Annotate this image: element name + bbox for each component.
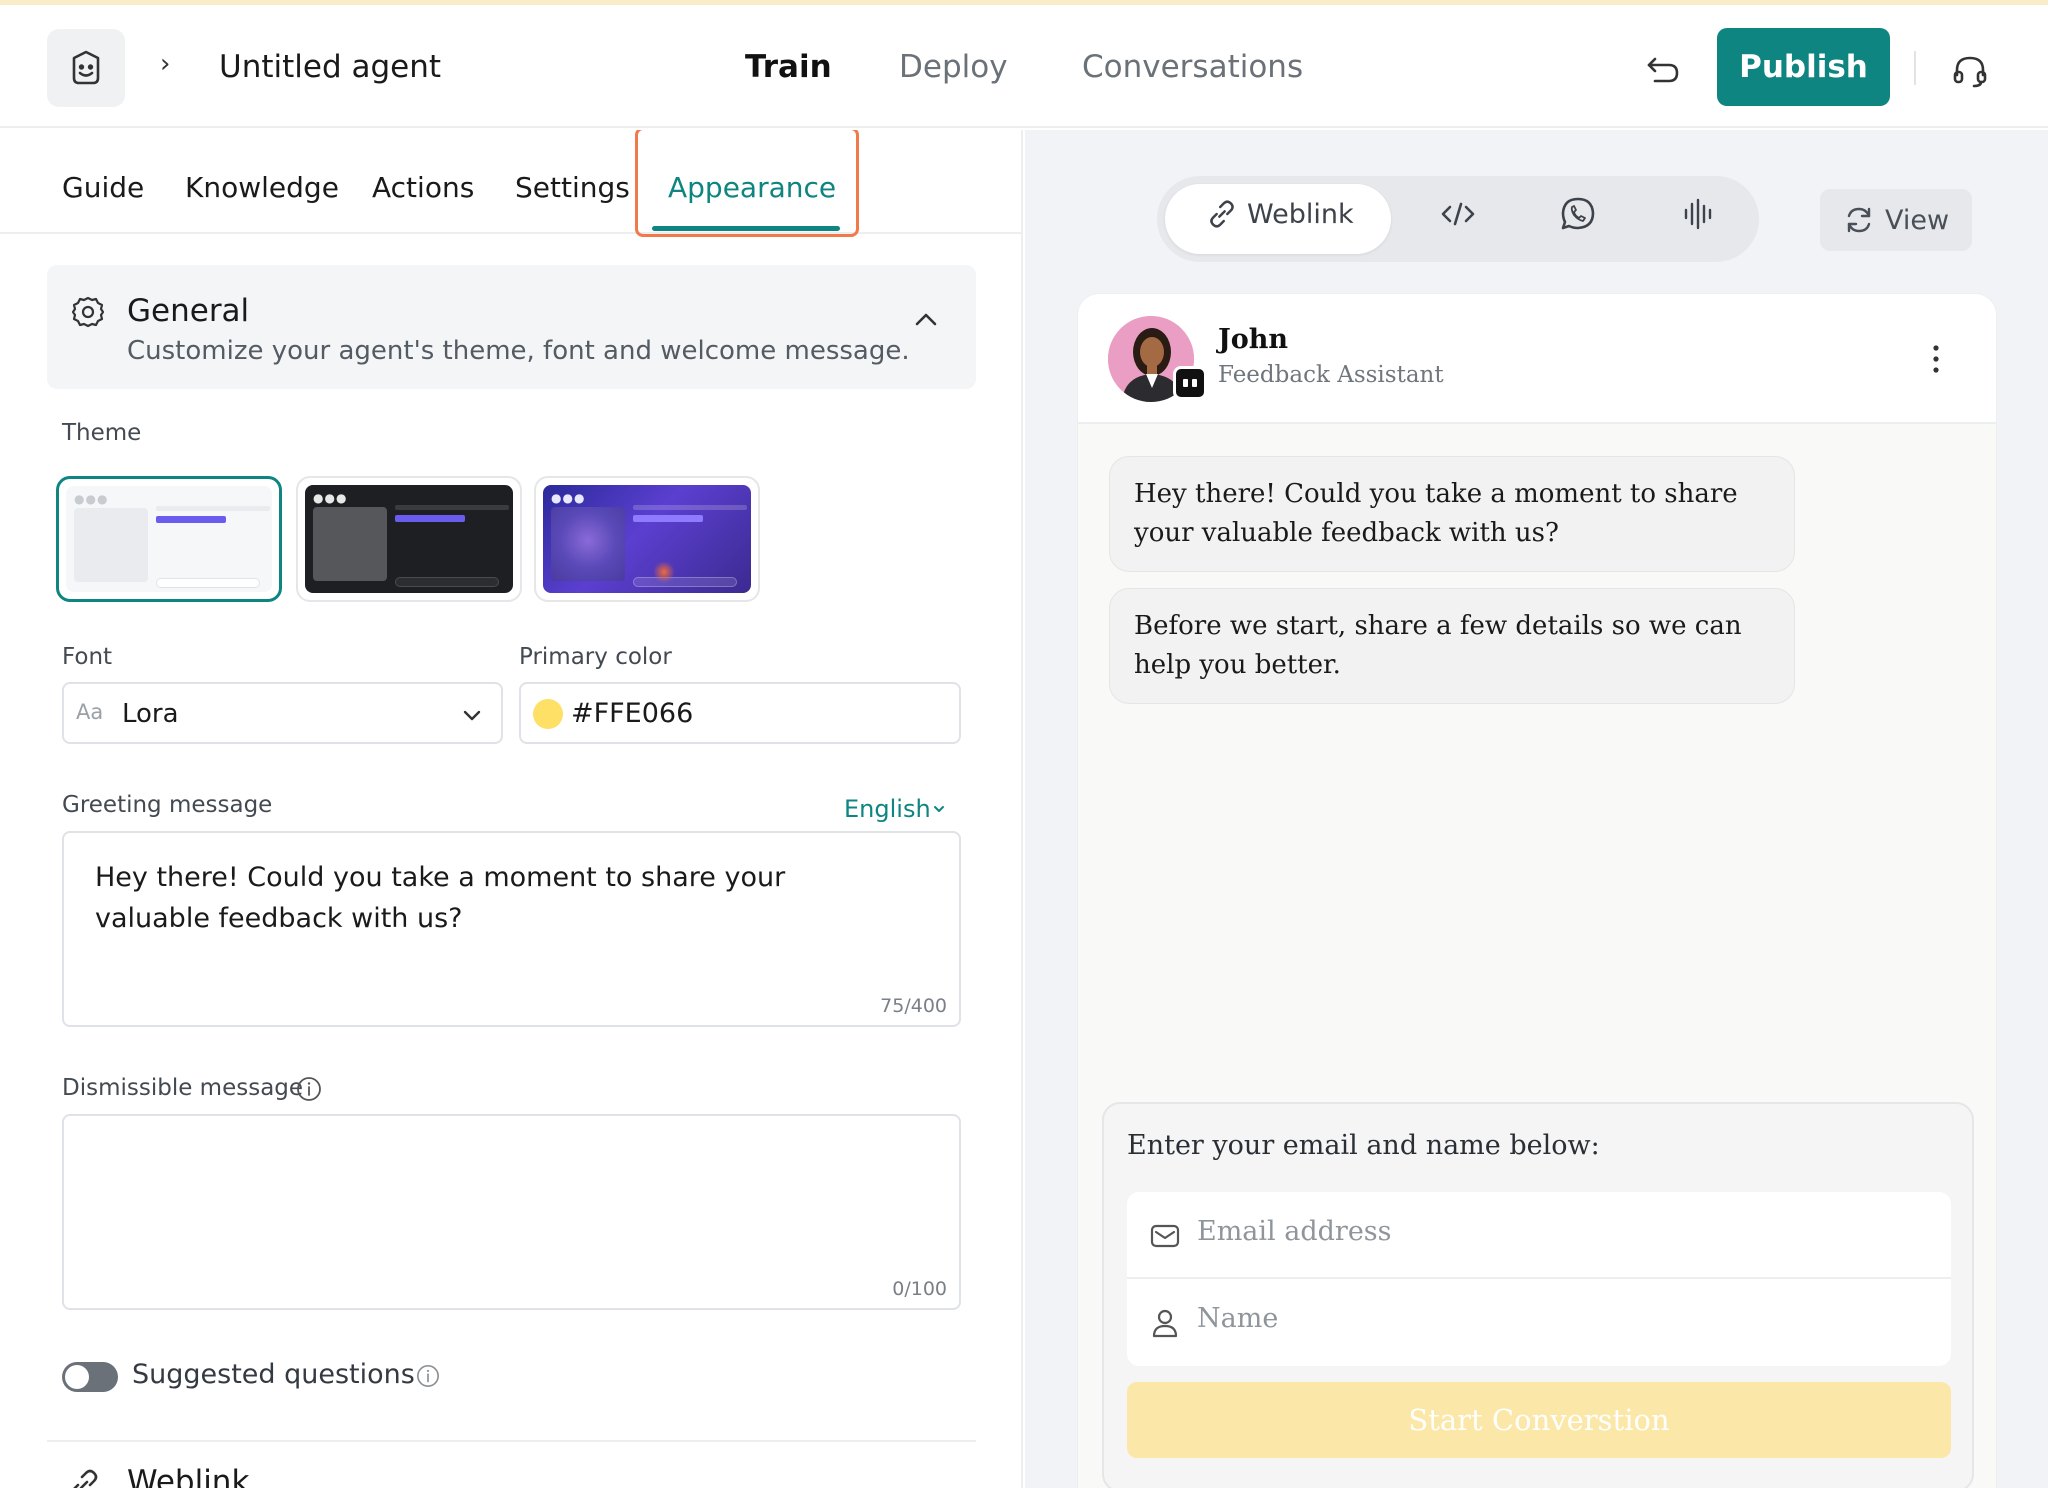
- headset-icon[interactable]: [1950, 51, 1990, 91]
- tab-actions[interactable]: Actions: [372, 171, 474, 204]
- channel-embed[interactable]: [1438, 194, 1478, 234]
- chat-preview-card: John Feedback Assistant Hey there! Could…: [1077, 293, 1997, 1488]
- envelope-icon: [1150, 1224, 1180, 1248]
- chevron-down-icon: [934, 806, 944, 812]
- suggested-questions-toggle[interactable]: [62, 1362, 118, 1392]
- language-select[interactable]: English: [844, 795, 931, 823]
- bot-badge-icon: [1173, 366, 1207, 400]
- tab-knowledge[interactable]: Knowledge: [185, 171, 339, 204]
- theme-option-dark[interactable]: ●●●: [296, 476, 522, 602]
- preview-panel: Weblink View John Feedback Assistant Hey…: [1025, 130, 2048, 1488]
- view-button[interactable]: View: [1820, 189, 1972, 251]
- dismissible-label: Dismissible message: [62, 1075, 304, 1101]
- general-title: General: [127, 293, 250, 329]
- more-vertical-icon[interactable]: [1930, 342, 1942, 376]
- theme-preview-light: ●●●: [66, 486, 272, 592]
- name-placeholder: Name: [1197, 1303, 1279, 1334]
- weblink-title: Weblink: [127, 1464, 250, 1488]
- channel-voice[interactable]: [1680, 194, 1716, 234]
- greeting-text: Hey there! Could you take a moment to sh…: [95, 862, 786, 934]
- lead-form-title: Enter your email and name below:: [1127, 1130, 1600, 1161]
- font-value: Lora: [122, 699, 179, 729]
- font-label: Font: [62, 644, 113, 670]
- subtab-bar: Guide Knowledge Actions Settings Appeara…: [0, 130, 1021, 237]
- theme-label: Theme: [62, 420, 142, 446]
- chat-header: John Feedback Assistant: [1078, 294, 1996, 424]
- nav-conversations[interactable]: Conversations: [1082, 49, 1303, 85]
- whatsapp-icon: [1561, 197, 1595, 230]
- user-icon: [1152, 1309, 1178, 1338]
- refresh-icon: [1847, 207, 1871, 233]
- lead-form-fields: Email address Name: [1127, 1192, 1951, 1366]
- theme-option-light[interactable]: ●●●: [56, 476, 282, 602]
- agent-name: John: [1218, 324, 1289, 355]
- tab-highlight-box: [635, 130, 859, 237]
- undo-icon[interactable]: [1643, 49, 1683, 89]
- chevron-right-icon: ›: [160, 49, 171, 79]
- suggested-questions-label: Suggested questions: [132, 1359, 415, 1390]
- info-icon[interactable]: [296, 1076, 322, 1102]
- header-divider: [1914, 51, 1916, 85]
- font-select[interactable]: Aa Lora: [62, 682, 503, 744]
- theme-preview-gradient: ●●●: [543, 485, 751, 593]
- color-swatch[interactable]: [533, 699, 563, 729]
- channel-whatsapp[interactable]: [1559, 194, 1597, 234]
- voice-wave-icon: [1684, 198, 1712, 230]
- info-icon[interactable]: [416, 1364, 440, 1388]
- agent-title[interactable]: Untitled agent: [219, 49, 441, 85]
- publish-button[interactable]: Publish: [1717, 28, 1890, 106]
- settings-panel: Guide Knowledge Actions Settings Appeara…: [0, 130, 1023, 1488]
- lead-form: Enter your email and name below: Email a…: [1102, 1102, 1974, 1488]
- nav-deploy[interactable]: Deploy: [899, 49, 1008, 85]
- chevron-down-icon: [463, 710, 481, 721]
- tab-settings[interactable]: Settings: [515, 171, 630, 204]
- code-icon: [1441, 202, 1475, 226]
- general-description: Customize your agent's theme, font and w…: [127, 336, 910, 366]
- primary-color-input[interactable]: #FFE066: [519, 682, 961, 744]
- start-conversation-button[interactable]: Start Converstion: [1127, 1382, 1951, 1458]
- agent-avatar-button[interactable]: [47, 29, 125, 107]
- theme-preview-dark: ●●●: [305, 485, 513, 593]
- app-header: › Untitled agent Train Deploy Conversati…: [0, 5, 2048, 128]
- greeting-char-count: 75/400: [880, 995, 947, 1017]
- tab-guide[interactable]: Guide: [62, 171, 144, 204]
- channel-weblink[interactable]: Weblink: [1207, 194, 1354, 234]
- dismissible-textarea[interactable]: 0/100: [62, 1114, 961, 1310]
- gear-icon: [71, 296, 105, 328]
- name-field[interactable]: Name: [1127, 1279, 1951, 1366]
- link-icon: [1210, 200, 1234, 228]
- email-placeholder: Email address: [1197, 1216, 1392, 1247]
- greeting-label: Greeting message: [62, 792, 273, 818]
- chat-message: Before we start, share a few details so …: [1109, 588, 1795, 704]
- email-field[interactable]: Email address: [1127, 1192, 1951, 1279]
- channel-switcher: Weblink: [1157, 176, 1759, 262]
- chat-message: Hey there! Could you take a moment to sh…: [1109, 456, 1795, 572]
- view-label: View: [1884, 204, 1950, 236]
- greeting-textarea[interactable]: Hey there! Could you take a moment to sh…: [62, 831, 961, 1027]
- theme-option-gradient[interactable]: ●●●: [534, 476, 760, 602]
- weblink-section-header[interactable]: Weblink: [47, 1440, 976, 1488]
- dismissible-char-count: 0/100: [892, 1278, 947, 1300]
- link-icon: [73, 1469, 98, 1488]
- primary-color-value: #FFE066: [571, 698, 694, 729]
- channel-weblink-label: Weblink: [1247, 198, 1354, 230]
- chevron-up-icon[interactable]: [911, 305, 941, 335]
- general-section-header[interactable]: General Customize your agent's theme, fo…: [47, 265, 976, 389]
- primary-color-label: Primary color: [519, 644, 672, 670]
- agent-role: Feedback Assistant: [1218, 362, 1444, 388]
- smiley-box-icon: [72, 50, 100, 85]
- font-aa-icon: Aa: [76, 700, 104, 724]
- nav-train[interactable]: Train: [745, 49, 832, 85]
- toggle-knob: [65, 1365, 89, 1389]
